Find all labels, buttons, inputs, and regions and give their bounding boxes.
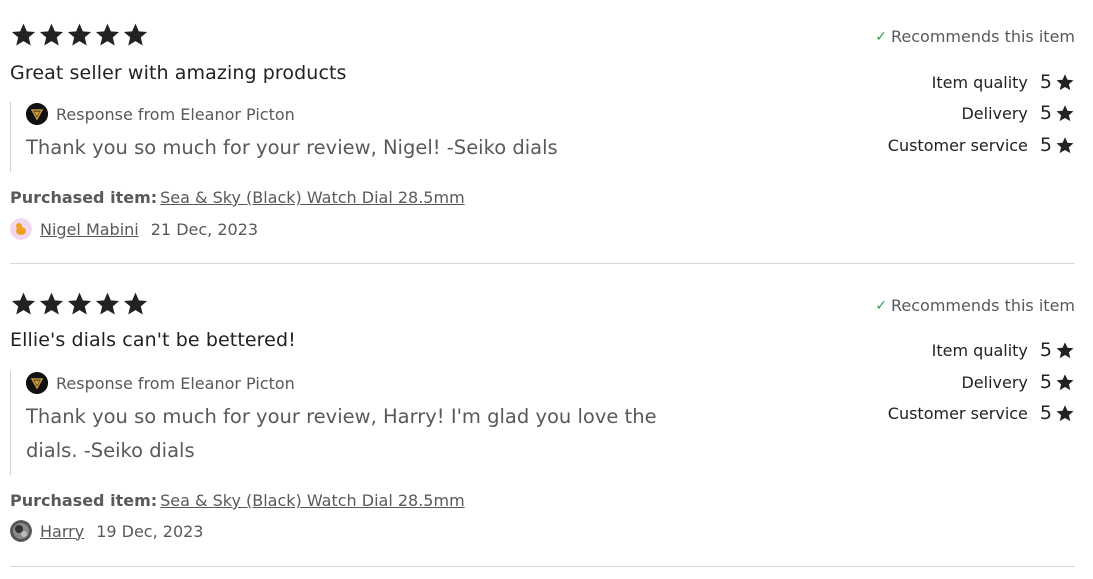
star-icon xyxy=(95,23,120,46)
subrating-customer-service: Customer service 5 xyxy=(888,400,1075,426)
subrating-label: Customer service xyxy=(887,403,1028,423)
star-icon xyxy=(95,292,120,315)
star-icon xyxy=(11,292,36,315)
review-card: Ellie's dials can't be bettered! Respons… xyxy=(10,291,1075,551)
subrating-value: 5 xyxy=(1039,402,1052,424)
review-subratings: ✓ Recommends this item Item quality 5 De… xyxy=(815,291,1075,431)
purchased-item: Purchased item: Sea & Sky (Black) Watch D… xyxy=(10,188,465,207)
star-icon xyxy=(1056,104,1074,121)
subrating-label: Delivery xyxy=(961,103,1028,123)
subrating-delivery: Delivery 5 xyxy=(961,369,1075,395)
star-icon xyxy=(1056,404,1074,421)
star-icon xyxy=(11,23,36,46)
subrating-value: 5 xyxy=(1039,371,1052,393)
subrating-label: Delivery xyxy=(961,372,1028,392)
subrating-value: 5 xyxy=(1039,71,1052,93)
reviewer-info: Nigel Mabini 21 Dec, 2023 xyxy=(10,217,258,241)
response-label: Response from Eleanor Picton xyxy=(56,104,295,124)
star-icon xyxy=(39,23,64,46)
response-label: Response from Eleanor Picton xyxy=(56,373,295,393)
review-divider xyxy=(10,263,1075,264)
subrating-value: 5 xyxy=(1039,134,1052,156)
user-avatar[interactable] xyxy=(10,218,32,240)
seller-response: Response from Eleanor Picton Thank you s… xyxy=(10,102,690,172)
review-subratings: ✓ Recommends this item Item quality 5 De… xyxy=(815,22,1075,162)
subrating-item-quality: Item quality 5 xyxy=(932,69,1075,95)
subrating-label: Item quality xyxy=(931,72,1028,92)
seller-response: Response from Eleanor Picton Thank you s… xyxy=(10,371,690,475)
star-icon xyxy=(1056,136,1074,153)
subrating-label: Customer service xyxy=(887,135,1028,155)
shop-logo-avatar[interactable] xyxy=(26,372,48,394)
shop-logo-avatar[interactable] xyxy=(26,103,48,125)
recommends-badge: ✓ Recommends this item xyxy=(875,296,1075,315)
purchased-label: Purchased item: xyxy=(10,491,158,510)
check-icon: ✓ xyxy=(875,28,887,45)
rating-stars xyxy=(10,22,149,48)
star-icon xyxy=(67,292,92,315)
star-icon xyxy=(123,23,148,46)
subrating-value: 5 xyxy=(1039,339,1052,361)
recommends-badge: ✓ Recommends this item xyxy=(875,27,1075,46)
check-icon: ✓ xyxy=(875,297,887,314)
subrating-value: 5 xyxy=(1039,102,1052,124)
response-text: Thank you so much for your review, Harry… xyxy=(26,405,657,462)
purchased-item-link[interactable]: Sea & Sky (Black) Watch Dial 28.5mm xyxy=(160,491,465,510)
user-avatar[interactable] xyxy=(10,520,32,542)
review-date: 21 Dec, 2023 xyxy=(150,219,259,239)
recommends-label: Recommends this item xyxy=(891,27,1075,46)
subrating-delivery: Delivery 5 xyxy=(961,100,1075,126)
star-icon xyxy=(1056,373,1074,390)
star-icon xyxy=(1056,73,1074,90)
rating-stars xyxy=(10,291,149,317)
review-title: Great seller with amazing products xyxy=(10,62,347,84)
star-icon xyxy=(123,292,148,315)
reviewer-name-link[interactable]: Harry xyxy=(40,522,84,541)
review-date: 19 Dec, 2023 xyxy=(96,521,204,541)
star-icon xyxy=(39,292,64,315)
reviewer-info: Harry 19 Dec, 2023 xyxy=(10,519,203,543)
star-icon xyxy=(1056,341,1074,358)
review-title: Ellie's dials can't be bettered! xyxy=(10,329,296,351)
response-text: Thank you so much for your review, Nigel… xyxy=(26,136,558,159)
subrating-customer-service: Customer service 5 xyxy=(888,132,1075,158)
review-card: Great seller with amazing products Respo… xyxy=(10,22,1075,252)
subrating-label: Item quality xyxy=(931,340,1028,360)
review-divider xyxy=(10,566,1075,567)
star-icon xyxy=(67,23,92,46)
recommends-label: Recommends this item xyxy=(891,296,1075,315)
subrating-item-quality: Item quality 5 xyxy=(932,337,1075,363)
purchased-item-link[interactable]: Sea & Sky (Black) Watch Dial 28.5mm xyxy=(160,188,465,207)
reviewer-name-link[interactable]: Nigel Mabini xyxy=(40,220,139,239)
purchased-item: Purchased item: Sea & Sky (Black) Watch D… xyxy=(10,491,465,510)
purchased-label: Purchased item: xyxy=(10,188,158,207)
